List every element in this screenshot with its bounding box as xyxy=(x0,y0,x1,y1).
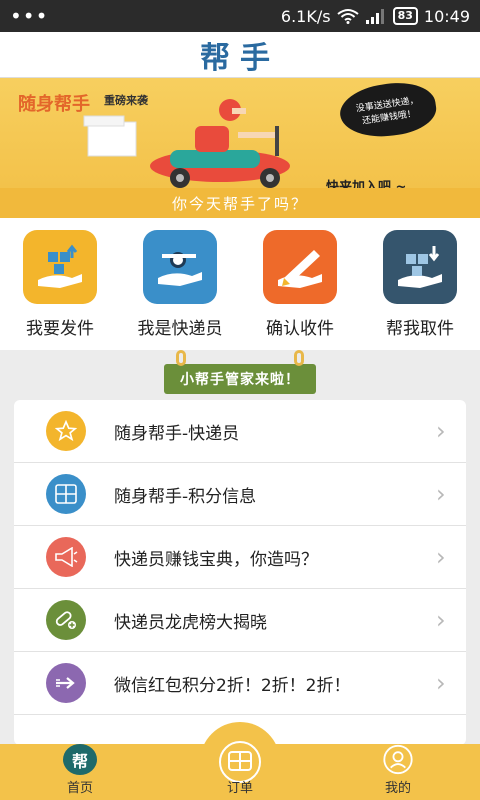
list-item[interactable]: 随身帮手-快递员 › xyxy=(14,400,466,463)
list-item-label: 微信红包积分2折！2折！2折！ xyxy=(114,675,351,696)
nav-mine[interactable]: 我的 xyxy=(348,744,448,800)
nav-home-label: 首页 xyxy=(66,781,93,796)
nav-orders[interactable]: 订单 xyxy=(190,744,290,800)
clip-icon xyxy=(294,350,304,366)
chevron-right-icon: › xyxy=(436,417,446,445)
chevron-right-icon: › xyxy=(436,669,446,697)
clip-icon xyxy=(176,350,186,366)
chevron-right-icon: › xyxy=(436,480,446,508)
page-title: 帮手 xyxy=(200,40,280,76)
banner-tagline-bar: 你今天帮手了吗？ xyxy=(0,188,480,218)
network-speed: 6.1K/s xyxy=(280,6,331,26)
nav-home[interactable]: 帮 首页 xyxy=(30,744,130,800)
action-label: 确认收件 xyxy=(266,318,334,339)
status-bar: ••• 6.1K/s 83 10:49 xyxy=(0,0,480,32)
scooter-courier-illustration xyxy=(83,99,290,188)
title-bar: 帮手 xyxy=(0,32,480,78)
nav-orders-label: 订单 xyxy=(226,781,253,796)
helper-tag: 小帮手管家来啦！ xyxy=(164,350,316,394)
courier-icon xyxy=(143,229,217,304)
notification-dots: ••• xyxy=(10,4,49,28)
wifi-icon xyxy=(336,9,359,24)
action-label: 我要发件 xyxy=(26,318,94,339)
action-confirm-receipt[interactable]: 确认收件 xyxy=(245,229,355,339)
list-item-label: 快递员赚钱宝典，你造吗？ xyxy=(114,549,318,570)
confirm-receipt-icon xyxy=(263,229,337,304)
link-plus-icon xyxy=(46,600,86,640)
quick-actions: 我要发件 我是快递员 确认收件 帮我取件 xyxy=(0,218,480,350)
status-right: 6.1K/s 83 10:49 xyxy=(281,7,470,26)
action-pickup[interactable]: 帮我取件 xyxy=(365,229,475,339)
clock: 10:49 xyxy=(423,6,470,26)
arrow-right-icon xyxy=(46,663,86,703)
banner-tagline: 你今天帮手了吗？ xyxy=(171,194,308,213)
pickup-icon xyxy=(383,229,457,304)
list-item[interactable]: 快递员龙虎榜大揭晓 › xyxy=(14,589,466,652)
send-parcel-icon xyxy=(23,229,97,304)
promo-banner[interactable]: 随身帮手 重磅来袭 没事送送快递， 还能赚钱哦！ 快来加入吧 ~ 你今天帮手了吗… xyxy=(0,78,480,218)
helper-tag-text: 小帮手管家来啦！ xyxy=(180,372,300,388)
list-item[interactable]: 微信红包积分2折！2折！2折！ › xyxy=(14,652,466,715)
action-courier[interactable]: 我是快递员 xyxy=(125,229,235,339)
helper-list: 随身帮手-快递员 › 随身帮手-积分信息 › 快递员赚钱宝典，你造吗？ › 快递… xyxy=(14,400,466,745)
chevron-right-icon: › xyxy=(436,606,446,634)
home-badge: 帮 xyxy=(71,751,88,771)
list-item[interactable]: 快递员赚钱宝典，你造吗？ › xyxy=(14,526,466,589)
helper-section-header: 小帮手管家来啦！ xyxy=(0,350,480,398)
list-item-label: 快递员龙虎榜大揭晓 xyxy=(114,612,267,633)
list-item-label: 随身帮手-积分信息 xyxy=(114,486,257,507)
action-label: 帮我取件 xyxy=(386,318,454,339)
grid-icon xyxy=(46,474,86,514)
action-send-parcel[interactable]: 我要发件 xyxy=(5,229,115,339)
list-item-label: 随身帮手-快递员 xyxy=(114,423,240,444)
chevron-right-icon: › xyxy=(436,543,446,571)
megaphone-icon xyxy=(46,537,86,577)
home-icon: 帮 xyxy=(63,744,97,775)
list-item[interactable]: 随身帮手-积分信息 › xyxy=(14,463,466,526)
nav-mine-label: 我的 xyxy=(384,781,411,796)
profile-icon xyxy=(383,744,413,775)
battery-icon: 83 xyxy=(392,7,418,25)
signal-icon xyxy=(365,9,384,24)
action-label: 我是快递员 xyxy=(137,318,223,339)
bottom-nav: 帮 首页 订单 我的 xyxy=(0,722,480,800)
star-icon xyxy=(46,411,86,451)
